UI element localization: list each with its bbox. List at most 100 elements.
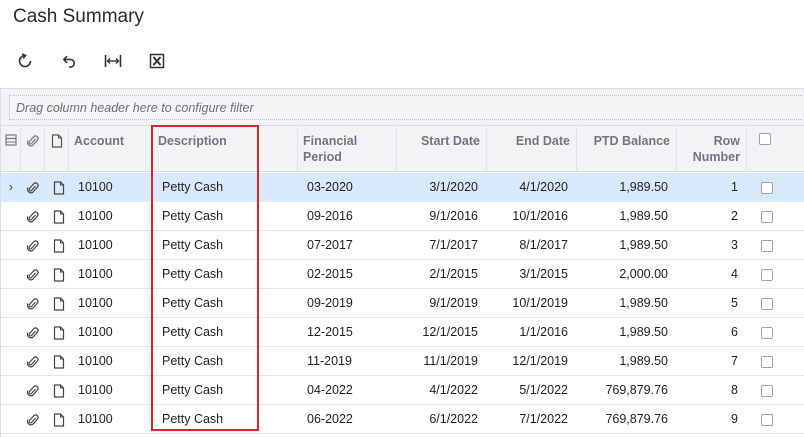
undo-button[interactable]: [54, 48, 83, 74]
cell-account[interactable]: 10100: [78, 231, 148, 260]
cell-row-number[interactable]: 3: [677, 231, 738, 260]
row-notes-button[interactable]: [49, 405, 69, 434]
cell-ptd-balance[interactable]: 1,989.50: [577, 231, 668, 260]
cell-description[interactable]: Petty Cash: [162, 347, 292, 376]
cell-row-number[interactable]: 8: [677, 376, 738, 405]
export-excel-button[interactable]: [142, 48, 171, 74]
cell-description[interactable]: Petty Cash: [162, 376, 292, 405]
cell-end-date[interactable]: 4/1/2020: [487, 173, 568, 202]
cell-ptd-balance[interactable]: 769,879.76: [577, 376, 668, 405]
row-select-checkbox[interactable]: [761, 413, 773, 426]
column-header-end-date[interactable]: End Date: [487, 126, 577, 172]
cell-description[interactable]: Petty Cash: [162, 173, 292, 202]
cell-description[interactable]: Petty Cash: [162, 405, 292, 434]
table-row[interactable]: 10100 Petty Cash 04-2022 4/1/2022 5/1/2022 76…: [1, 376, 804, 405]
cell-description[interactable]: Petty Cash: [162, 231, 292, 260]
cell-ptd-balance[interactable]: 2,000.00: [577, 260, 668, 289]
cell-end-date[interactable]: 3/1/2015: [487, 260, 568, 289]
cell-account[interactable]: 10100: [78, 405, 148, 434]
row-select-cell[interactable]: [758, 231, 776, 260]
cell-ptd-balance[interactable]: 1,989.50: [577, 289, 668, 318]
column-header-select-all[interactable]: [747, 126, 804, 172]
row-select-checkbox[interactable]: [761, 355, 773, 368]
cell-start-date[interactable]: 6/1/2022: [397, 405, 478, 434]
cell-row-number[interactable]: 1: [677, 173, 738, 202]
row-attachments-button[interactable]: [23, 202, 43, 231]
cell-start-date[interactable]: 2/1/2015: [397, 260, 478, 289]
cell-ptd-balance[interactable]: 1,989.50: [577, 202, 668, 231]
cell-end-date[interactable]: 7/1/2022: [487, 405, 568, 434]
refresh-button[interactable]: [10, 48, 39, 74]
cell-financial-period[interactable]: 02-2015: [307, 260, 387, 289]
row-notes-button[interactable]: [49, 376, 69, 405]
cell-account[interactable]: 10100: [78, 347, 148, 376]
cell-end-date[interactable]: 10/1/2019: [487, 289, 568, 318]
column-header-description[interactable]: Description: [153, 126, 298, 172]
table-row[interactable]: 10100 Petty Cash 11-2019 11/1/2019 12/1/2019…: [1, 347, 804, 376]
row-attachments-button[interactable]: [23, 231, 43, 260]
row-select-checkbox[interactable]: [761, 297, 773, 310]
cell-ptd-balance[interactable]: 1,989.50: [577, 173, 668, 202]
row-notes-button[interactable]: [49, 289, 69, 318]
cell-row-number[interactable]: 4: [677, 260, 738, 289]
cell-description[interactable]: Petty Cash: [162, 260, 292, 289]
cell-description[interactable]: Petty Cash: [162, 318, 292, 347]
row-notes-button[interactable]: [49, 318, 69, 347]
row-attachments-button[interactable]: [23, 260, 43, 289]
cell-ptd-balance[interactable]: 1,989.50: [577, 347, 668, 376]
column-header-ptd-balance[interactable]: PTD Balance: [577, 126, 677, 172]
cell-start-date[interactable]: 9/1/2019: [397, 289, 478, 318]
column-header-start-date[interactable]: Start Date: [397, 126, 487, 172]
table-row[interactable]: 10100 Petty Cash 09-2019 9/1/2019 10/1/2019 1…: [1, 289, 804, 318]
column-header-row-number[interactable]: Row Number: [677, 126, 747, 172]
cell-row-number[interactable]: 5: [677, 289, 738, 318]
row-select-checkbox[interactable]: [761, 210, 773, 223]
row-select-cell[interactable]: [758, 289, 776, 318]
cell-financial-period[interactable]: 03-2020: [307, 173, 387, 202]
cell-account[interactable]: 10100: [78, 376, 148, 405]
cell-account[interactable]: 10100: [78, 318, 148, 347]
row-notes-button[interactable]: [49, 231, 69, 260]
row-attachments-button[interactable]: [23, 173, 43, 202]
cell-financial-period[interactable]: 04-2022: [307, 376, 387, 405]
cell-ptd-balance[interactable]: 1,989.50: [577, 318, 668, 347]
cell-financial-period[interactable]: 11-2019: [307, 347, 387, 376]
cell-row-number[interactable]: 7: [677, 347, 738, 376]
column-settings-button[interactable]: [1, 126, 21, 172]
row-select-checkbox[interactable]: [761, 181, 773, 194]
select-all-checkbox[interactable]: [759, 133, 771, 145]
row-select-cell[interactable]: [758, 405, 776, 434]
cell-start-date[interactable]: 11/1/2019: [397, 347, 478, 376]
row-select-cell[interactable]: [758, 318, 776, 347]
cell-start-date[interactable]: 3/1/2020: [397, 173, 478, 202]
cell-row-number[interactable]: 6: [677, 318, 738, 347]
row-notes-button[interactable]: [49, 173, 69, 202]
row-attachments-button[interactable]: [23, 289, 43, 318]
cell-row-number[interactable]: 2: [677, 202, 738, 231]
row-attachments-button[interactable]: [23, 318, 43, 347]
cell-row-number[interactable]: 9: [677, 405, 738, 434]
table-row[interactable]: › 10100 Petty Cash 03-2020 3/1/2020 4/1/2020 1…: [1, 173, 804, 202]
row-attachments-button[interactable]: [23, 347, 43, 376]
cell-end-date[interactable]: 5/1/2022: [487, 376, 568, 405]
row-select-cell[interactable]: [758, 202, 776, 231]
cell-financial-period[interactable]: 09-2016: [307, 202, 387, 231]
cell-end-date[interactable]: 8/1/2017: [487, 231, 568, 260]
row-select-cell[interactable]: [758, 376, 776, 405]
cell-financial-period[interactable]: 09-2019: [307, 289, 387, 318]
table-row[interactable]: 10100 Petty Cash 02-2015 2/1/2015 3/1/2015 2,…: [1, 260, 804, 289]
cell-account[interactable]: 10100: [78, 260, 148, 289]
row-attachments-button[interactable]: [23, 376, 43, 405]
cell-financial-period[interactable]: 06-2022: [307, 405, 387, 434]
row-select-checkbox[interactable]: [761, 239, 773, 252]
cell-description[interactable]: Petty Cash: [162, 289, 292, 318]
row-select-checkbox[interactable]: [761, 384, 773, 397]
cell-start-date[interactable]: 7/1/2017: [397, 231, 478, 260]
row-select-cell[interactable]: [758, 173, 776, 202]
row-select-cell[interactable]: [758, 347, 776, 376]
cell-start-date[interactable]: 4/1/2022: [397, 376, 478, 405]
column-header-financial-period[interactable]: Financial Period: [298, 126, 397, 172]
cell-account[interactable]: 10100: [78, 173, 148, 202]
row-attachments-button[interactable]: [23, 405, 43, 434]
cell-end-date[interactable]: 10/1/2016: [487, 202, 568, 231]
